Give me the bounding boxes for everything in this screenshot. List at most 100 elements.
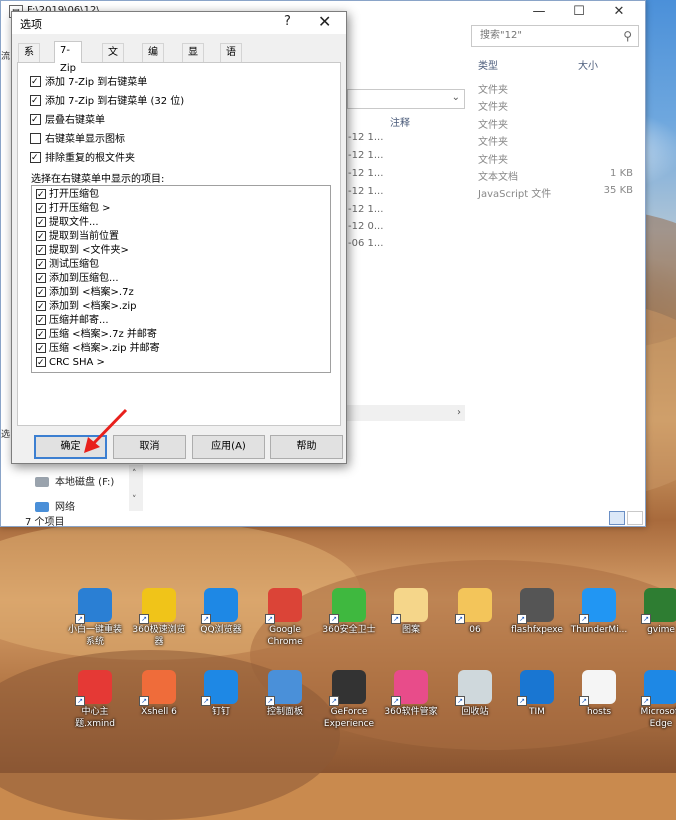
list-item[interactable]: CRC SHA >: [36, 356, 105, 370]
desktop-shortcut-label: Google Chrome: [267, 625, 303, 647]
option-menu-icons[interactable]: 右键菜单显示图标: [30, 130, 125, 145]
desktop-shortcut[interactable]: ↗ GeForce Experience: [320, 670, 378, 730]
apply-button[interactable]: 应用(A): [192, 435, 265, 459]
list-item[interactable]: 提取到当前位置: [36, 230, 119, 244]
minimize-button[interactable]: —: [519, 1, 559, 25]
chevron-up-icon[interactable]: ˄: [132, 469, 137, 479]
nav-item-label: 网络: [55, 502, 75, 513]
list-item[interactable]: 压缩并邮寄...: [36, 314, 109, 328]
desktop-shortcut[interactable]: ↗ 小白一键重装系统: [66, 588, 124, 648]
details-view-button[interactable]: [609, 511, 625, 525]
desktop-shortcut[interactable]: ↗ ThunderMi...: [570, 588, 628, 636]
large-icons-view-button[interactable]: [627, 511, 643, 525]
option-add-to-context-menu[interactable]: 添加 7-Zip 到右键菜单: [30, 73, 147, 88]
type-cell: 文件夹: [478, 102, 508, 113]
search-input[interactable]: [478, 29, 608, 42]
desktop-shortcut[interactable]: ↗ 中心主题.xmind: [66, 670, 124, 730]
checkbox[interactable]: [30, 133, 41, 144]
tab-display[interactable]: 显示: [182, 43, 204, 76]
nav-scrollbar[interactable]: ˄ ˅: [129, 465, 143, 511]
maximize-button[interactable]: ☐: [559, 1, 599, 25]
checkbox[interactable]: [36, 259, 46, 270]
type-cell: JavaScript 文件: [478, 189, 552, 200]
checkbox[interactable]: [30, 95, 41, 106]
desktop-shortcut[interactable]: ↗ Google Chrome: [256, 588, 314, 648]
desktop-shortcut[interactable]: ↗ Xshell 6: [130, 670, 188, 718]
checkbox[interactable]: [36, 301, 46, 312]
folder-icon: ↗: [455, 588, 492, 624]
desktop-shortcut-label: hosts: [586, 707, 612, 717]
checkbox[interactable]: [36, 203, 46, 214]
dialog-close-button[interactable]: ✕: [318, 12, 331, 31]
tab-folders[interactable]: 文件夹: [102, 43, 124, 94]
list-item[interactable]: 添加到压缩包...: [36, 272, 119, 286]
desktop-shortcut[interactable]: ↗ 控制面板: [256, 670, 314, 718]
checkbox[interactable]: [36, 343, 46, 354]
help-button[interactable]: 帮助: [270, 435, 343, 459]
checkbox[interactable]: [36, 217, 46, 228]
list-item-label: 测试压缩包: [49, 259, 99, 270]
type-cell: 文件夹: [478, 120, 508, 131]
list-item[interactable]: 提取到 <文件夹>: [36, 244, 129, 258]
option-add-to-context-menu-32[interactable]: 添加 7-Zip 到右键菜单 (32 位): [30, 92, 184, 107]
list-item[interactable]: 添加到 <档案>.zip: [36, 300, 137, 314]
desktop-shortcut[interactable]: ↗ 06: [446, 588, 504, 636]
explorer-close-button[interactable]: ✕: [599, 1, 639, 25]
shortcut-arrow-icon: ↗: [329, 696, 339, 706]
list-item[interactable]: 添加到 <档案>.7z: [36, 286, 134, 300]
tab-system[interactable]: 系统: [18, 43, 40, 76]
checkbox[interactable]: [30, 152, 41, 163]
column-header-size[interactable]: 大小: [578, 57, 598, 72]
option-cascade-menu[interactable]: 层叠右键菜单: [30, 111, 105, 126]
desktop-shortcut[interactable]: ↗ 钉钉: [192, 670, 250, 718]
checkbox[interactable]: [36, 189, 46, 200]
desktop-shortcut[interactable]: ↗ 360软件管家: [382, 670, 440, 718]
desktop-shortcut[interactable]: ↗ 360极速浏览器: [130, 588, 188, 648]
checkbox[interactable]: [36, 357, 46, 368]
checkbox[interactable]: [30, 114, 41, 125]
tab-language[interactable]: 语言: [220, 43, 242, 76]
list-item[interactable]: 压缩 <档案>.zip 并邮寄: [36, 342, 160, 356]
column-header-type[interactable]: 类型: [478, 57, 498, 72]
checkbox[interactable]: [36, 287, 46, 298]
nav-item-network[interactable]: 网络: [35, 498, 75, 513]
list-item[interactable]: 打开压缩包 >: [36, 202, 111, 216]
list-item[interactable]: 压缩 <档案>.7z 并邮寄: [36, 328, 157, 342]
desktop-shortcut[interactable]: ↗ 回收站: [446, 670, 504, 718]
list-item[interactable]: 测试压缩包: [36, 258, 99, 272]
checkbox[interactable]: [36, 245, 46, 256]
search-box[interactable]: ⚲: [471, 25, 639, 47]
desktop-shortcut[interactable]: ↗ 图案: [382, 588, 440, 636]
chevron-down-icon[interactable]: ˅: [132, 495, 137, 505]
type-cell: 文本文档: [478, 172, 518, 183]
context-items-list[interactable]: 打开压缩包 打开压缩包 > 提取文件... 提取到当前位置 提取到 <文件夹> …: [31, 185, 331, 373]
dialog-help-button[interactable]: ?: [284, 14, 291, 29]
list-item-label: 添加到 <档案>.zip: [49, 301, 137, 312]
checkbox[interactable]: [36, 315, 46, 326]
option-label: 排除重复的根文件夹: [45, 153, 135, 164]
checkbox[interactable]: [36, 231, 46, 242]
horizontal-scrollbar[interactable]: ›: [347, 405, 465, 421]
desktop-shortcut[interactable]: ↗ TIM: [508, 670, 566, 718]
desktop-shortcut[interactable]: ↗ hosts: [570, 670, 628, 718]
checkbox[interactable]: [36, 329, 46, 340]
date-cell: -12 0...: [348, 221, 384, 232]
list-item[interactable]: 打开压缩包: [36, 188, 99, 202]
address-bar-dropdown[interactable]: ⌄: [347, 89, 465, 109]
tab-7zip[interactable]: 7-Zip: [54, 41, 82, 74]
date-cell: -12 1...: [348, 204, 384, 215]
option-eliminate-duplication[interactable]: 排除重复的根文件夹: [30, 149, 135, 164]
search-icon[interactable]: ⚲: [623, 29, 632, 43]
desktop-shortcut[interactable]: ↗ 360安全卫士: [320, 588, 378, 636]
desktop-shortcut[interactable]: ↗ flashfxpexe: [508, 588, 566, 636]
chevron-right-icon[interactable]: ›: [457, 407, 461, 418]
list-item[interactable]: 提取文件...: [36, 216, 99, 230]
desktop-shortcut[interactable]: ↗Microsoft Edge: [632, 670, 676, 730]
tab-editor[interactable]: 编辑器: [142, 43, 164, 94]
desktop-shortcut[interactable]: ↗ gvime: [632, 588, 676, 636]
column-header-note[interactable]: 注释: [390, 114, 410, 129]
desktop-shortcut[interactable]: ↗ QQ浏览器: [192, 588, 250, 636]
nav-item-local-disk[interactable]: 本地磁盘 (F:): [35, 473, 114, 488]
checkbox[interactable]: [36, 273, 46, 284]
checkbox[interactable]: [30, 76, 41, 87]
